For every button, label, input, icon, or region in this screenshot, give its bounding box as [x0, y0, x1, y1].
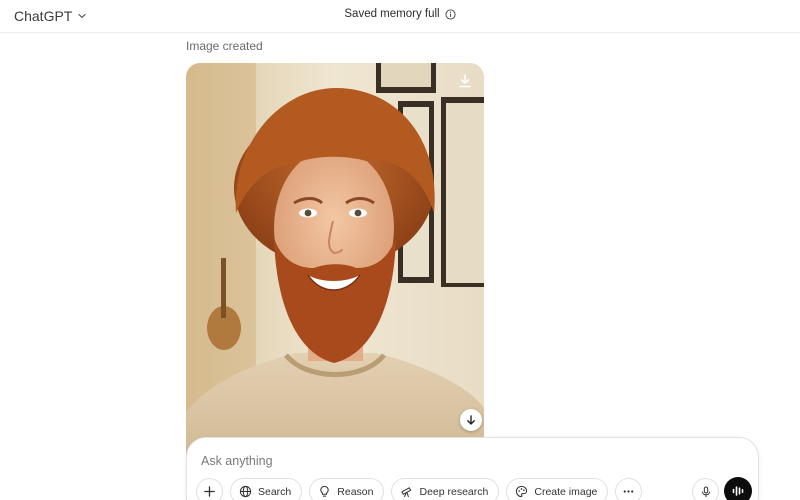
voice-mode-button[interactable]: [724, 477, 752, 500]
lightbulb-icon: [320, 485, 330, 497]
search-button-label: Search: [258, 485, 292, 498]
search-button[interactable]: Search: [230, 478, 303, 500]
composer: Search Reason Deep research Create image: [186, 437, 759, 500]
more-tools-button[interactable]: [615, 478, 643, 500]
prompt-input[interactable]: [201, 452, 721, 470]
reason-button-label: Reason: [337, 485, 374, 498]
dictate-button[interactable]: [692, 478, 719, 500]
arrow-down-icon: [467, 415, 475, 425]
image-caption: Image created: [186, 39, 263, 53]
top-bar: ChatGPT Saved memory full: [0, 0, 800, 33]
deep-research-button-label: Deep research: [419, 485, 489, 498]
more-icon: [624, 490, 634, 493]
generated-image[interactable]: [186, 63, 484, 500]
waveform-icon: [732, 486, 744, 496]
palette-icon: [516, 485, 528, 498]
microphone-icon: [701, 486, 710, 497]
portrait-image: [186, 63, 484, 500]
create-image-button-label: Create image: [534, 485, 598, 498]
scroll-down-button[interactable]: [460, 409, 482, 431]
memory-status-text: Saved memory full: [344, 8, 440, 20]
download-icon[interactable]: [456, 72, 474, 90]
plus-icon: [204, 486, 215, 497]
composer-tools: Search Reason Deep research Create image: [196, 478, 643, 500]
reason-button[interactable]: Reason: [309, 478, 385, 500]
telescope-icon: [401, 487, 412, 498]
create-image-button[interactable]: Create image: [506, 478, 609, 500]
deep-research-button[interactable]: Deep research: [391, 478, 500, 500]
add-attachment-button[interactable]: [196, 478, 223, 500]
globe-icon: [239, 485, 252, 498]
info-icon[interactable]: [445, 8, 456, 20]
memory-status: Saved memory full: [0, 8, 800, 20]
